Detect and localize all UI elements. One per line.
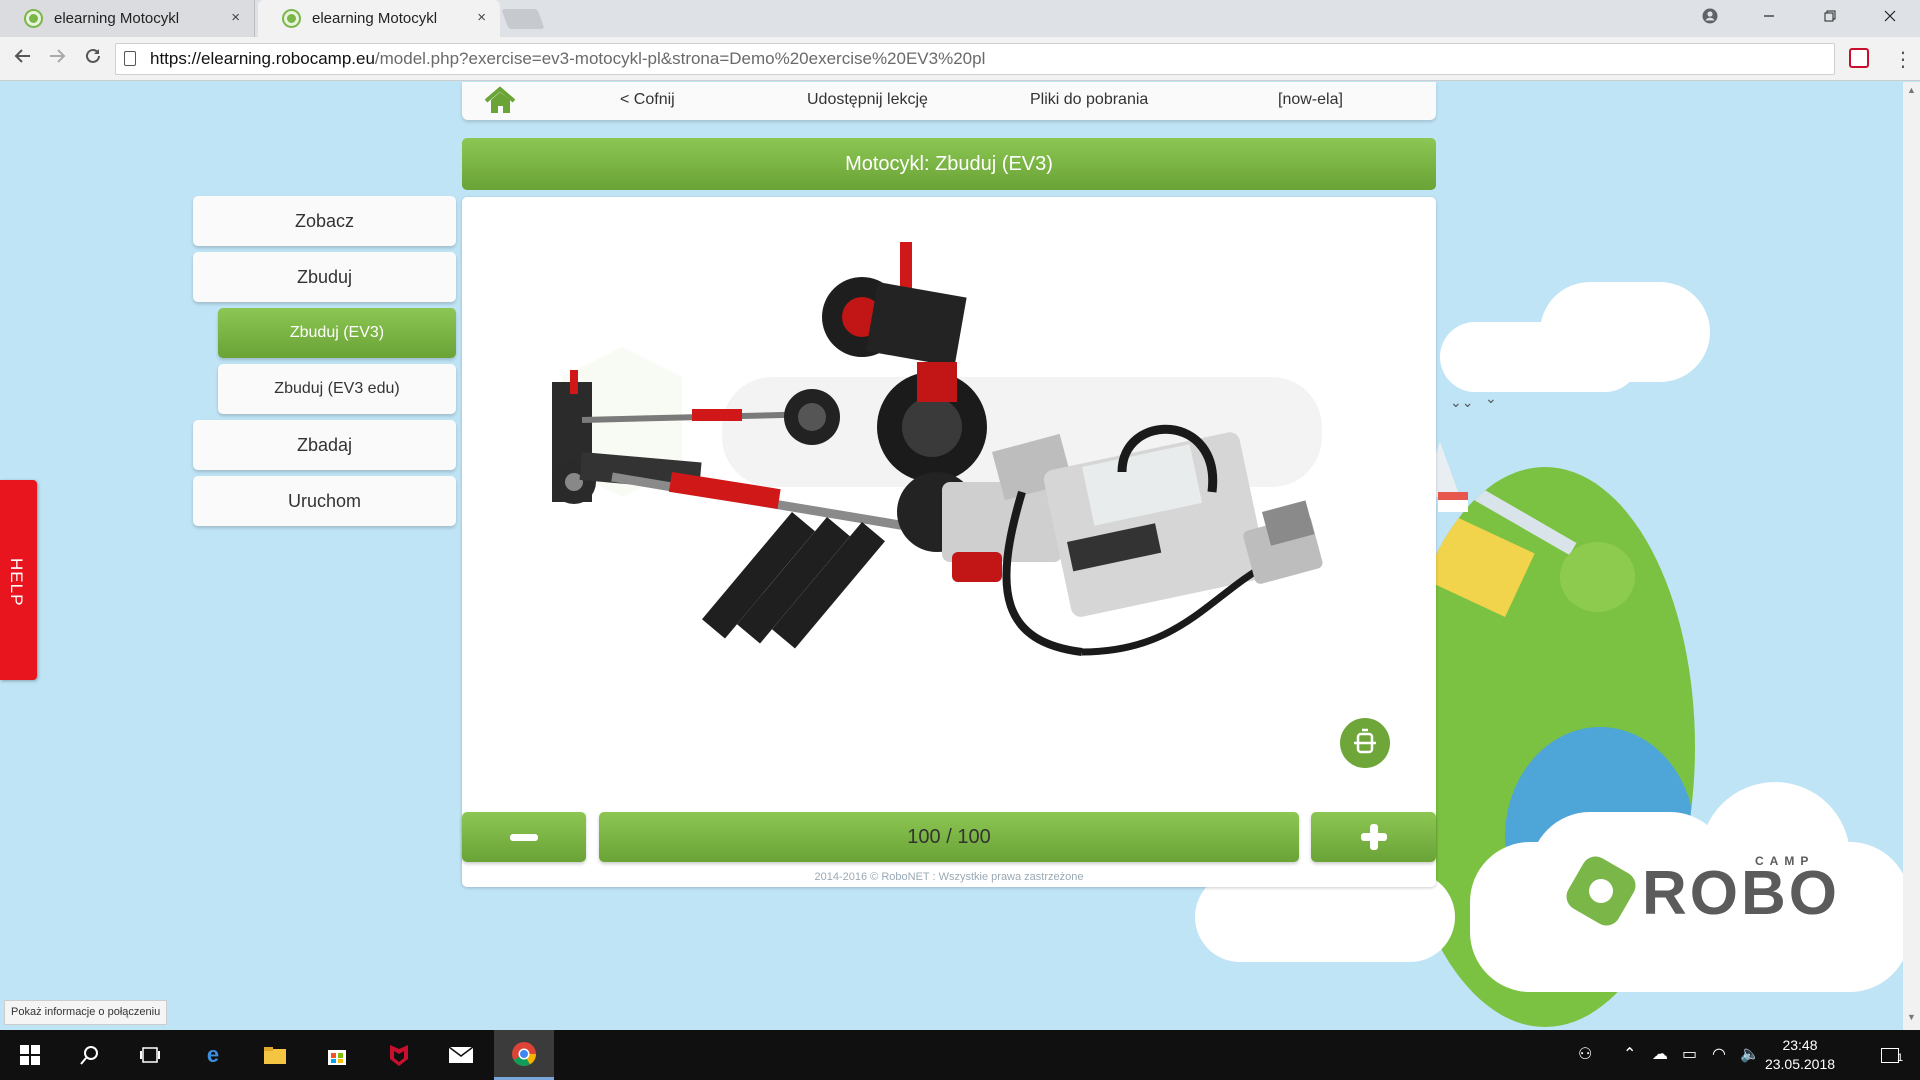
browser-menu-icon[interactable]: ⋮: [1893, 47, 1913, 72]
clock-date: 23.05.2018: [1764, 1056, 1836, 1072]
step-counter: 100 / 100: [599, 812, 1299, 862]
onedrive-icon[interactable]: ☁: [1652, 1044, 1668, 1064]
file-explorer-icon[interactable]: [245, 1030, 305, 1080]
sidebar-item-zobacz[interactable]: Zobacz: [193, 196, 456, 246]
tab-close-icon[interactable]: ×: [231, 9, 240, 26]
windows-taskbar: e ⚇ ⌃ ☁ ▭ ◠ 🔈 23:48 23.05.2018 1: [0, 1030, 1920, 1080]
zoom-button[interactable]: [1340, 718, 1390, 768]
page-info-icon[interactable]: [124, 51, 136, 66]
robocamp-favicon-icon: [26, 11, 41, 26]
downloads-link[interactable]: Pliki do pobrania: [1030, 91, 1148, 109]
robocamp-logo-text: ROBO: [1642, 859, 1840, 928]
wifi-icon[interactable]: ◠: [1712, 1044, 1726, 1064]
browser-tab-bar: elearning Motocykl × elearning Motocykl …: [0, 0, 1920, 37]
mcafee-extension-icon[interactable]: [1849, 48, 1869, 68]
help-tab[interactable]: HELP: [0, 480, 37, 680]
web-page: ⌄⌄ ⌄ ROBO CAMP < Cofnij Udostępnij lekcj…: [0, 82, 1920, 1030]
scroll-up-icon[interactable]: ▲: [1907, 85, 1916, 95]
background-cloud: [1540, 282, 1710, 382]
volume-icon[interactable]: 🔈: [1740, 1044, 1760, 1064]
mail-icon[interactable]: [431, 1030, 491, 1080]
address-bar[interactable]: https://elearning.robocamp.eu/model.php?…: [115, 43, 1835, 75]
back-arrow-icon[interactable]: [10, 46, 36, 72]
bird-icon: ⌄: [1485, 390, 1497, 406]
minus-icon: [510, 834, 538, 841]
background-tree: [1560, 542, 1635, 612]
tab-title: elearning Motocykl: [54, 10, 180, 27]
search-icon[interactable]: [60, 1030, 120, 1080]
people-icon[interactable]: ⚇: [1578, 1044, 1592, 1064]
edge-browser-icon[interactable]: e: [183, 1030, 243, 1080]
tab-close-icon[interactable]: ×: [477, 9, 486, 26]
copyright-text: 2014-2016 © RoboNET : Wszystkie prawa za…: [814, 871, 1084, 883]
share-lesson-link[interactable]: Udostępnij lekcję: [807, 91, 928, 109]
windows-start-icon[interactable]: [0, 1030, 60, 1080]
notifications-count: 1: [1897, 1052, 1904, 1064]
mcafee-icon[interactable]: [369, 1030, 429, 1080]
top-navigation: < Cofnij Udostępnij lekcję Pliki do pobr…: [462, 82, 1436, 120]
browser-tab[interactable]: elearning Motocykl ×: [0, 0, 255, 37]
browser-tab-active[interactable]: elearning Motocykl ×: [258, 0, 500, 37]
sidebar-item-uruchom[interactable]: Uruchom: [193, 476, 456, 526]
forward-arrow-icon[interactable]: [44, 46, 70, 72]
close-window-icon[interactable]: [1866, 0, 1914, 32]
notifications-icon[interactable]: 1: [1860, 1030, 1920, 1080]
robocamp-favicon-icon: [284, 11, 299, 26]
battery-icon[interactable]: ▭: [1682, 1044, 1697, 1064]
user-link[interactable]: [now-ela]: [1278, 91, 1343, 109]
bird-icon: ⌄⌄: [1450, 394, 1474, 410]
tab-title: elearning Motocykl: [312, 10, 438, 27]
system-clock[interactable]: 23:48 23.05.2018: [1760, 1036, 1840, 1074]
next-step-button[interactable]: [1311, 812, 1436, 862]
url-path: /model.php?exercise=ev3-motocykl-pl&stro…: [374, 49, 986, 68]
status-tooltip: Pokaż informacje o połączeniu: [4, 1000, 168, 1025]
url-host: https://elearning.robocamp.eu: [150, 49, 375, 68]
show-hidden-icons-icon[interactable]: ⌃: [1623, 1044, 1636, 1064]
robocamp-logo-camp: CAMP: [1755, 854, 1815, 868]
lego-motorcycle-model-image: [552, 242, 1323, 656]
page-title: Motocykl: Zbuduj (EV3): [462, 138, 1436, 190]
home-icon[interactable]: [484, 86, 516, 116]
restore-icon[interactable]: [1806, 0, 1854, 32]
plus-icon: [1361, 824, 1387, 850]
store-icon[interactable]: [307, 1030, 367, 1080]
reload-icon[interactable]: [80, 46, 106, 72]
zoom-icon: [1354, 728, 1376, 754]
profile-icon[interactable]: [1686, 0, 1734, 32]
sidebar-item-zbuduj-ev3[interactable]: Zbuduj (EV3): [218, 308, 456, 358]
back-link[interactable]: < Cofnij: [620, 91, 675, 109]
background-house: [1438, 492, 1468, 512]
sidebar-item-zbadaj[interactable]: Zbadaj: [193, 420, 456, 470]
minimize-icon[interactable]: [1745, 0, 1793, 32]
model-viewer[interactable]: [462, 197, 1436, 887]
page-scrollbar[interactable]: ▲ ▼: [1903, 82, 1920, 1030]
help-label: HELP: [7, 558, 26, 607]
sidebar-item-zbuduj[interactable]: Zbuduj: [193, 252, 456, 302]
chrome-icon[interactable]: [494, 1030, 554, 1080]
scroll-down-icon[interactable]: ▼: [1907, 1012, 1916, 1022]
task-view-icon[interactable]: [120, 1030, 180, 1080]
new-tab-button[interactable]: [501, 9, 545, 29]
browser-toolbar: https://elearning.robocamp.eu/model.php?…: [0, 37, 1920, 81]
clock-time: 23:48: [1782, 1037, 1818, 1053]
sidebar-item-zbuduj-ev3-edu[interactable]: Zbuduj (EV3 edu): [218, 364, 456, 414]
previous-step-button[interactable]: [462, 812, 586, 862]
